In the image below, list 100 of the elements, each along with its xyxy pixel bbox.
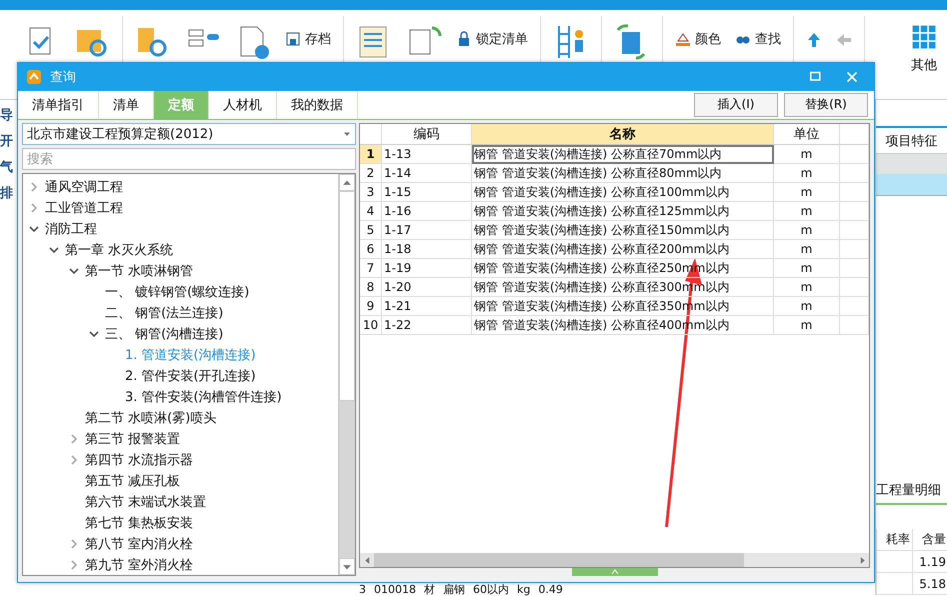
row-number: 10 — [360, 316, 382, 335]
splitter-handle[interactable] — [572, 568, 658, 576]
library-dropdown[interactable]: 北京市建设工程预算定额(2012) — [22, 123, 356, 145]
table-cell: m — [774, 164, 840, 183]
up-arrow-icon[interactable] — [806, 32, 822, 48]
table-cell: 1.19 — [912, 551, 947, 573]
toolbar-button[interactable]: 颜色 — [675, 30, 721, 48]
chevron-right-icon[interactable] — [69, 538, 79, 548]
row-number: 4 — [360, 202, 382, 221]
tree-item[interactable]: 第六节 末端试水装置 — [85, 492, 206, 510]
table-cell-text: 010018 — [373, 584, 417, 596]
chevron-right-icon[interactable] — [69, 454, 79, 464]
tree-item[interactable]: 第九节 室外消火栓 — [85, 556, 194, 574]
table-cell — [876, 573, 912, 595]
row-label: 导 — [0, 107, 14, 124]
tree-item[interactable]: 一、 镀锌钢管(螺纹连接) — [105, 282, 250, 300]
chevron-right-icon[interactable] — [69, 560, 79, 570]
padlock-icon — [456, 31, 472, 47]
chevron-down-icon[interactable] — [89, 328, 99, 338]
scrollbar[interactable] — [338, 174, 355, 575]
table-cell: 5.18 — [912, 573, 947, 595]
toolbar-button[interactable]: 锁定清单 — [456, 30, 528, 48]
table-cell-text: 扁钢 — [442, 584, 466, 596]
table-cell: 1-19 — [382, 259, 472, 278]
caret-icon — [343, 130, 351, 138]
row-background — [876, 154, 947, 174]
table-cell: 1-22 — [382, 316, 472, 335]
table-cell: 1-16 — [382, 202, 472, 221]
table-cell: m — [774, 316, 840, 335]
chevron-down-icon[interactable] — [49, 244, 59, 254]
scrollbar[interactable] — [360, 553, 869, 567]
tree-item[interactable]: 第二节 水喷淋(雾)喷头 — [85, 408, 216, 426]
table-cell: m — [774, 240, 840, 259]
chevron-down-icon[interactable] — [29, 224, 39, 234]
table-cell — [840, 297, 869, 316]
search-field[interactable]: 搜索 — [22, 148, 356, 170]
toolbar-button[interactable]: 存档 — [285, 30, 331, 48]
tree-item[interactable]: 通风空调工程 — [45, 178, 123, 196]
row-label: 排 — [0, 185, 14, 202]
selected-row-background — [876, 174, 947, 196]
table-cell — [840, 145, 869, 164]
table-cell: 1-21 — [382, 297, 472, 316]
tree-item[interactable]: 第五节 减压孔板 — [85, 472, 180, 490]
table-cell: 1-14 — [382, 164, 472, 183]
row-number: 9 — [360, 297, 382, 316]
column-header: 耗率 — [876, 529, 912, 551]
tree-item[interactable]: 工业管道工程 — [45, 198, 123, 216]
table-cell: m — [774, 202, 840, 221]
tree-item[interactable]: 第八节 室内消火栓 — [85, 534, 194, 552]
table-cell-text: 材 — [423, 584, 436, 596]
maximize-icon — [810, 70, 822, 83]
table-cell: 1-20 — [382, 278, 472, 297]
table-cell: 钢管 管道安装(沟槽连接) 公称直径80mm以内 — [472, 164, 774, 183]
table-cell-text: kg — [516, 584, 532, 596]
toolbar-button[interactable]: 查找 — [735, 30, 781, 48]
table-cell — [840, 183, 869, 202]
row-number: 3 — [360, 183, 382, 202]
table-cell: 1-15 — [382, 183, 472, 202]
tree-item[interactable]: 二、 钢管(法兰连接) — [105, 304, 224, 322]
chevron-right-icon[interactable] — [69, 434, 79, 444]
column-header[interactable]: 编码 — [382, 124, 472, 145]
column-header[interactable]: 单位 — [774, 124, 840, 145]
table-cell: 1-17 — [382, 221, 472, 240]
tree-item[interactable]: 第四节 水流指示器 — [85, 450, 194, 468]
table-cell: 钢管 管道安装(沟槽连接) 公称直径125mm以内 — [472, 202, 774, 221]
row-number: 8 — [360, 278, 382, 297]
table-cell: 1-13 — [382, 145, 472, 164]
table-cell — [876, 551, 912, 573]
table-cell: 钢管 管道安装(沟槽连接) 公称直径100mm以内 — [472, 183, 774, 202]
tree-item[interactable]: 2. 管件安装(开孔连接) — [125, 366, 256, 384]
table-cell: 1-18 — [382, 240, 472, 259]
table-cell — [840, 278, 869, 297]
table-cell: 钢管 管道安装(沟槽连接) 公称直径150mm以内 — [472, 221, 774, 240]
tree-item[interactable]: 第七节 集热板安装 — [85, 514, 194, 532]
tree-item[interactable]: 消防工程 — [45, 220, 97, 238]
tree-item[interactable]: 三、 钢管(沟槽连接) — [105, 324, 224, 342]
grid-icon — [911, 24, 937, 50]
row-label: 气 — [0, 159, 14, 176]
table-cell — [840, 240, 869, 259]
tree-item[interactable]: 第三节 报警装置 — [85, 430, 180, 448]
action-button[interactable]: 插入(I) — [694, 92, 778, 117]
left-arrow-icon[interactable] — [836, 32, 852, 48]
tree-item[interactable]: 第一章 水灭火系统 — [65, 240, 174, 258]
chevron-right-icon[interactable] — [29, 182, 39, 192]
table-cell — [840, 259, 869, 278]
chevron-right-icon[interactable] — [29, 202, 39, 212]
table-cell: 钢管 管道安装(沟槽连接) 公称直径70mm以内 — [472, 145, 774, 164]
column-header: 含量 — [912, 529, 947, 551]
scrollbar-thumb[interactable] — [339, 191, 355, 401]
column-header[interactable]: 名称 — [472, 124, 774, 145]
table-cell — [840, 202, 869, 221]
tree-item[interactable]: 3. 管件安装(沟槽管件连接) — [125, 388, 282, 406]
more-button[interactable]: 其他 — [911, 16, 937, 74]
action-button[interactable]: 替换(R) — [784, 92, 868, 117]
tree-item[interactable]: 第一节 水喷淋钢管 — [85, 262, 194, 280]
chevron-down-icon[interactable] — [69, 266, 79, 276]
dialog-title: 查询 — [50, 68, 76, 86]
table-cell — [840, 221, 869, 240]
table-cell: 钢管 管道安装(沟槽连接) 公称直径200mm以内 — [472, 240, 774, 259]
scrollbar-thumb[interactable] — [374, 553, 744, 567]
